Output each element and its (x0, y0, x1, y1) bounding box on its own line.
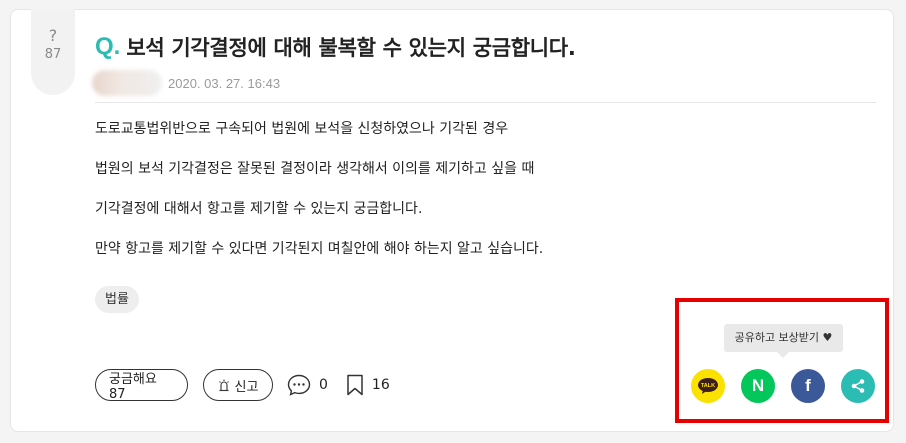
body-paragraph: 기각결정에 대해서 항고를 제기할 수 있는지 궁금합니다. (95, 201, 423, 217)
author-meta: 2020. 03. 27. 16:43 (92, 69, 280, 97)
q-prefix: Q. (95, 33, 121, 60)
action-bar: 궁금해요 87 신고 0 16 (95, 368, 390, 402)
bookmark-icon (346, 374, 364, 396)
question-body: 도로교통법위반으로 구속되어 법원에 보석을 신청하였으나 기각된 경우 법원의… (95, 120, 855, 280)
bookmark-button[interactable]: 16 (346, 374, 390, 396)
post-date: 2020. 03. 27. 16:43 (168, 75, 281, 91)
comment-count: 0 (319, 377, 328, 393)
report-button[interactable]: 신고 (203, 369, 273, 401)
blurred-author[interactable] (92, 70, 162, 96)
question-badge: ? 87 (31, 9, 75, 95)
siren-icon (218, 379, 230, 392)
title-divider (95, 102, 876, 103)
curious-label: 궁금해요 87 (109, 372, 157, 402)
body-paragraph: 법원의 보석 기각결정은 잘못된 결정이라 생각해서 이의를 제기하고 싶을 때 (95, 161, 535, 177)
comment-bubble-icon (287, 374, 311, 396)
comment-button[interactable]: 0 (287, 374, 328, 396)
body-paragraph: 만약 항고를 제기할 수 있다면 기각된지 며칠안에 해야 하는지 알고 싶습니… (95, 241, 544, 257)
question-count: 87 (44, 47, 62, 62)
report-label: 신고 (234, 379, 259, 395)
share-highlight-box (675, 298, 889, 423)
tag-law[interactable]: 법률 (95, 286, 139, 313)
title-text: 보석 기각결정에 대해 불복할 수 있는지 궁금합니다. (126, 36, 576, 60)
question-mark-icon: ? (48, 26, 58, 45)
body-paragraph: 도로교통법위반으로 구속되어 법원에 보석을 신청하였으나 기각된 경우 (95, 121, 509, 137)
curious-button[interactable]: 궁금해요 87 (95, 369, 188, 402)
question-title: Q. 보석 기각결정에 대해 불복할 수 있는지 궁금합니다. (95, 31, 576, 63)
bookmark-count: 16 (371, 377, 390, 393)
